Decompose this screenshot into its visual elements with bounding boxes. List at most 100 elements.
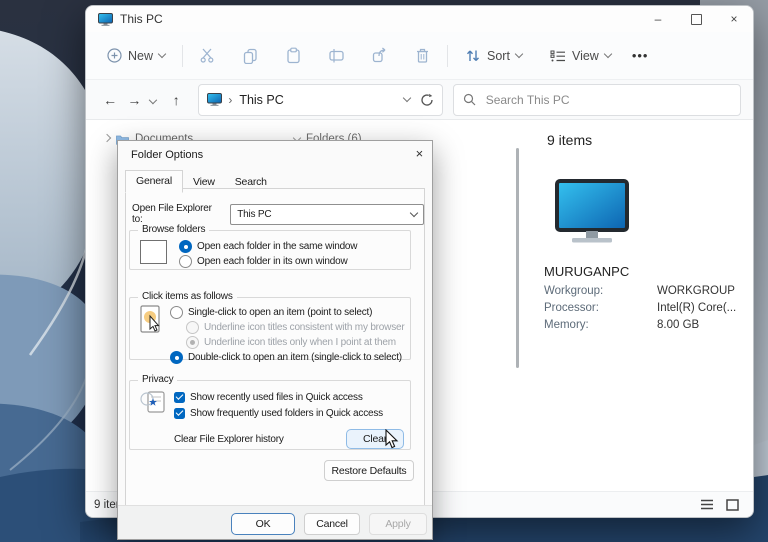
new-button[interactable]: New bbox=[100, 42, 172, 69]
search-input[interactable] bbox=[484, 92, 718, 108]
combobox-value: This PC bbox=[237, 209, 271, 220]
cancel-button[interactable]: Cancel bbox=[304, 513, 360, 535]
this-pc-icon bbox=[207, 93, 222, 106]
this-pc-icon bbox=[98, 13, 113, 26]
minimize-button[interactable]: – bbox=[639, 6, 677, 32]
checkbox-checked-icon[interactable] bbox=[174, 408, 185, 419]
view-button[interactable]: View bbox=[543, 43, 618, 69]
sort-button[interactable]: Sort bbox=[458, 42, 529, 69]
cut-icon[interactable] bbox=[199, 47, 216, 64]
close-button[interactable]: × bbox=[715, 6, 753, 32]
folder-options-dialog: Folder Options × General View Search Ope… bbox=[117, 140, 433, 540]
checkbox-recent-files[interactable]: Show recently used files in Quick access bbox=[174, 389, 412, 405]
radio-underline-point: Underline icon titles only when I point … bbox=[186, 335, 404, 350]
click-items-icon bbox=[138, 305, 164, 337]
computer-icon bbox=[553, 178, 631, 246]
clear-history-label: Clear File Explorer history bbox=[174, 434, 284, 445]
paste-icon[interactable] bbox=[285, 47, 302, 64]
chevron-down-icon bbox=[410, 208, 418, 216]
up-button[interactable]: ↑ bbox=[164, 92, 188, 108]
apply-button-disabled: Apply bbox=[369, 513, 427, 535]
detail-value: Intel(R) Core(... bbox=[657, 300, 736, 317]
dialog-close-button[interactable]: × bbox=[416, 146, 423, 161]
radio-unselected-icon[interactable] bbox=[170, 306, 183, 319]
breadcrumb-this-pc[interactable]: This PC bbox=[239, 93, 283, 107]
address-bar-row: ← → ↑ › This PC bbox=[86, 80, 753, 119]
details-view-toggle-icon[interactable] bbox=[700, 499, 714, 510]
items-count-label: 9 items bbox=[547, 132, 592, 148]
restore-defaults-button[interactable]: Restore Defaults bbox=[324, 460, 414, 481]
toolbar-separator bbox=[447, 45, 448, 67]
forward-button[interactable]: → bbox=[122, 92, 146, 108]
titlebar[interactable]: This PC – × bbox=[86, 6, 753, 32]
rename-icon[interactable] bbox=[328, 47, 345, 64]
window-title: This PC bbox=[120, 12, 163, 26]
click-items-group: Click items as follows Single-click to o… bbox=[129, 297, 411, 360]
mouse-cursor-icon bbox=[384, 429, 400, 451]
tab-general[interactable]: General bbox=[125, 170, 183, 193]
computer-name-label: MURUGANPC bbox=[544, 264, 629, 279]
dialog-button-bar: OK Cancel Apply bbox=[118, 505, 432, 539]
detail-row: Memory: 8.00 GB bbox=[544, 317, 736, 334]
copy-icon[interactable] bbox=[242, 47, 259, 64]
more-options-button[interactable]: ••• bbox=[632, 48, 649, 63]
radio-label: Underline icon titles consistent with my… bbox=[204, 322, 404, 333]
detail-label: Memory: bbox=[544, 317, 657, 334]
radio-own-window[interactable]: Open each folder in its own window bbox=[179, 254, 357, 269]
radio-label: Single-click to open an item (point to s… bbox=[188, 307, 372, 318]
radio-label: Open each folder in the same window bbox=[197, 241, 357, 252]
chevron-down-icon bbox=[515, 50, 523, 58]
radio-disabled-icon bbox=[186, 321, 199, 334]
maximize-icon bbox=[691, 14, 702, 25]
radio-single-click[interactable]: Single-click to open an item (point to s… bbox=[170, 305, 404, 320]
view-button-label: View bbox=[572, 49, 599, 63]
detail-label: Processor: bbox=[544, 300, 657, 317]
details-pane: 9 items MURUGANPC Workgroup: WORKGROUP P… bbox=[541, 120, 753, 492]
radio-label: Open each folder in its own window bbox=[197, 256, 348, 267]
radio-unselected-icon[interactable] bbox=[179, 255, 192, 268]
toolbar-separator bbox=[182, 45, 183, 67]
chevron-down-icon bbox=[158, 50, 166, 58]
search-icon bbox=[463, 93, 476, 106]
checkbox-label: Show frequently used folders in Quick ac… bbox=[190, 408, 383, 419]
radio-label: Underline icon titles only when I point … bbox=[204, 337, 396, 348]
checkbox-frequent-folders[interactable]: Show frequently used folders in Quick ac… bbox=[174, 405, 412, 421]
share-icon[interactable] bbox=[371, 47, 388, 64]
search-box[interactable] bbox=[453, 84, 741, 116]
address-dropdown-chevron-icon[interactable] bbox=[402, 94, 410, 102]
general-tab-page: Open File Explorer to: This PC Browse fo… bbox=[125, 188, 425, 506]
recent-locations-chevron-icon[interactable] bbox=[149, 95, 157, 103]
tab-view[interactable]: View bbox=[183, 172, 225, 193]
new-plus-icon bbox=[107, 48, 122, 63]
browse-folders-group: Browse folders Open each folder in the s… bbox=[129, 230, 411, 270]
tab-search[interactable]: Search bbox=[225, 172, 277, 193]
chevron-right-icon bbox=[103, 133, 111, 141]
maximize-button[interactable] bbox=[677, 6, 715, 32]
breadcrumb-separator-icon: › bbox=[228, 93, 232, 107]
command-bar: New Sort View ••• bbox=[86, 32, 753, 80]
detail-row: Workgroup: WORKGROUP bbox=[544, 283, 736, 300]
radio-same-window[interactable]: Open each folder in the same window bbox=[179, 239, 357, 254]
radio-selected-icon[interactable] bbox=[179, 240, 192, 253]
open-to-combobox[interactable]: This PC bbox=[230, 204, 424, 225]
ok-button[interactable]: OK bbox=[231, 513, 295, 535]
radio-disabled-selected-icon bbox=[186, 336, 199, 349]
checkbox-checked-icon[interactable] bbox=[174, 392, 185, 403]
privacy-group-title: Privacy bbox=[138, 374, 177, 385]
browse-folders-group-title: Browse folders bbox=[138, 224, 209, 235]
detail-label: Workgroup: bbox=[544, 283, 657, 300]
back-button[interactable]: ← bbox=[98, 92, 122, 108]
large-thumbnails-view-toggle-icon[interactable] bbox=[726, 499, 739, 511]
privacy-group: Privacy Show recently used files in Quic… bbox=[129, 380, 411, 450]
delete-icon[interactable] bbox=[414, 47, 431, 64]
new-button-label: New bbox=[128, 49, 153, 63]
vertical-scrollbar[interactable] bbox=[516, 148, 519, 368]
address-breadcrumb[interactable]: › This PC bbox=[198, 84, 442, 116]
radio-double-click[interactable]: Double-click to open an item (single-cli… bbox=[170, 350, 404, 365]
dialog-title: Folder Options bbox=[131, 149, 203, 161]
refresh-icon[interactable] bbox=[420, 93, 434, 107]
browse-folders-icon bbox=[140, 240, 167, 264]
detail-value: WORKGROUP bbox=[657, 283, 735, 300]
radio-selected-icon[interactable] bbox=[170, 351, 183, 364]
radio-underline-consistent: Underline icon titles consistent with my… bbox=[186, 320, 404, 335]
